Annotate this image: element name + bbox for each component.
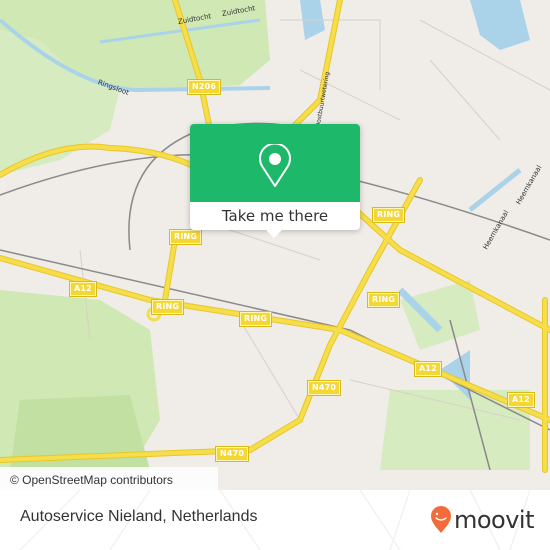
map-tiles	[0, 0, 550, 473]
map-canvas[interactable]: N206 RING RING RING RING RING A12 A12 A1…	[0, 0, 550, 490]
road-label-n470: N470	[306, 380, 342, 396]
road-label-ring: RING	[371, 207, 406, 223]
road-label-n470: N470	[214, 446, 250, 462]
map-pin-icon	[259, 144, 291, 187]
moovit-pin-icon	[430, 506, 451, 533]
road-label-ring: RING	[238, 311, 273, 327]
popup-header	[190, 124, 360, 202]
road-label-ring: RING	[168, 229, 203, 245]
road-label-a12: A12	[507, 392, 535, 408]
road-label-a12: A12	[69, 281, 97, 297]
road-label-n206: N206	[186, 79, 222, 95]
popup-pointer	[266, 230, 282, 238]
road-label-ring: RING	[150, 299, 185, 315]
brand-name: moovit	[453, 506, 535, 534]
moovit-logo[interactable]: moovit	[430, 502, 535, 538]
road-label-ring: RING	[366, 292, 401, 308]
map-attribution[interactable]: © OpenStreetMap contributors	[0, 467, 218, 490]
destination-popup: Take me there	[190, 124, 360, 238]
place-title: Autoservice Nieland, Netherlands	[20, 508, 258, 525]
footer-bar: Autoservice Nieland, Netherlands moovit	[0, 490, 550, 550]
take-me-there-button[interactable]: Take me there	[190, 202, 360, 230]
road-label-a12: A12	[414, 361, 442, 377]
